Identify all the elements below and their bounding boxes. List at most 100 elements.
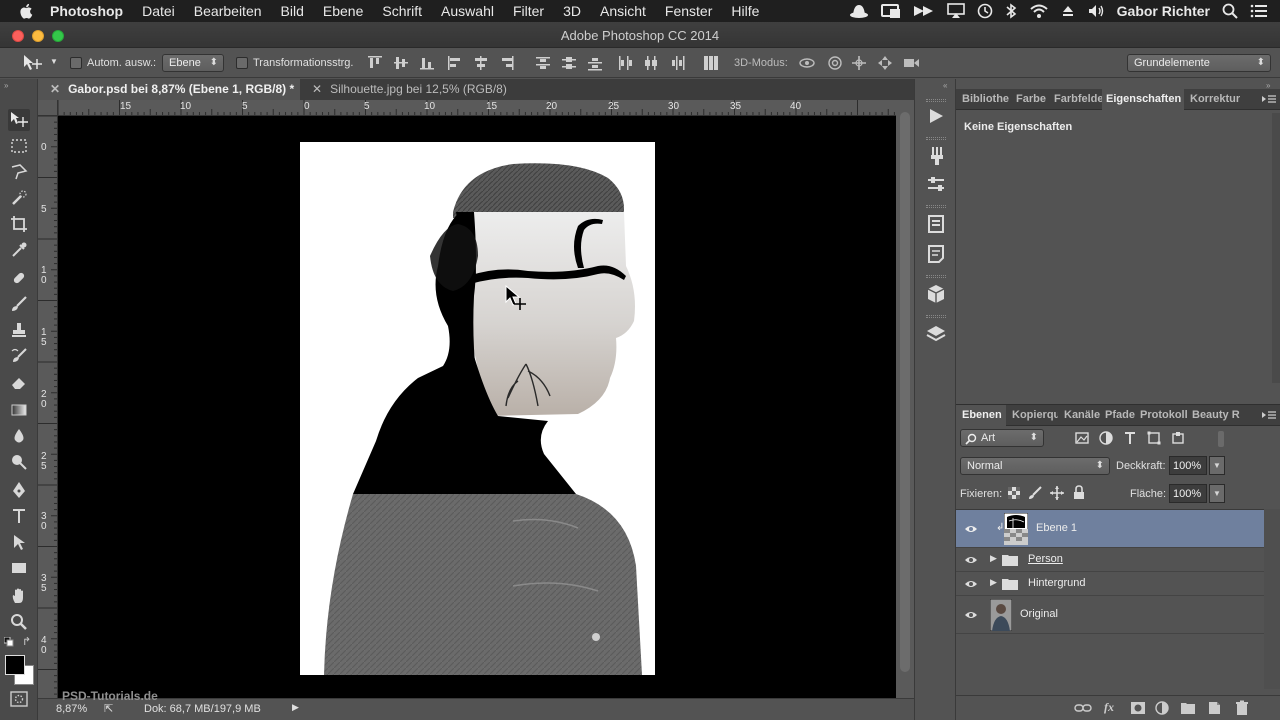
apple-icon[interactable]	[18, 3, 36, 19]
menu-ebene[interactable]: Ebene	[323, 3, 363, 19]
notes-icon[interactable]	[925, 243, 947, 265]
preset-dropdown-arrow-icon[interactable]: ▼	[50, 57, 58, 66]
layer-thumbnail[interactable]	[1004, 513, 1028, 545]
type-tool[interactable]	[8, 505, 30, 527]
play-action-icon[interactable]	[925, 105, 947, 127]
path-selection-tool[interactable]	[8, 531, 30, 553]
transform-controls-checkbox[interactable]	[236, 57, 248, 69]
move-tool[interactable]	[8, 109, 30, 131]
panel-menu-icon[interactable]	[1262, 411, 1276, 421]
ruler-origin[interactable]	[38, 100, 58, 116]
visibility-eye-icon[interactable]	[964, 579, 978, 589]
scrollbar-thumb[interactable]	[900, 112, 910, 672]
layer-name[interactable]: Hintergrund	[1028, 577, 1085, 589]
align-right-icon[interactable]	[498, 54, 516, 72]
marquee-tool[interactable]	[8, 135, 30, 157]
airplay-icon[interactable]	[946, 3, 965, 19]
time-machine-icon[interactable]	[977, 3, 993, 19]
close-tab-icon[interactable]: ✕	[312, 82, 322, 96]
status-menu-arrow-icon[interactable]: ▶	[292, 702, 299, 713]
quick-mask-icon[interactable]	[10, 691, 28, 707]
volume-icon[interactable]	[1087, 3, 1105, 19]
visibility-eye-icon[interactable]	[964, 524, 978, 534]
layer-name[interactable]: Original	[1020, 608, 1058, 620]
tab-silhouette-jpg[interactable]: ✕ Silhouette.jpg bei 12,5% (RGB/8)	[300, 79, 520, 100]
expand-dock-icon[interactable]: «	[943, 81, 947, 90]
lock-position-icon[interactable]	[1050, 486, 1064, 500]
hat-icon[interactable]	[849, 3, 869, 19]
history-brush-tool[interactable]	[8, 345, 30, 367]
document-artwork[interactable]	[58, 116, 896, 698]
tab-pfade[interactable]: Pfade	[1105, 409, 1135, 421]
link-layers-icon[interactable]	[1074, 701, 1092, 715]
layer-row-original[interactable]: Original	[956, 596, 1264, 634]
tab-protokoll[interactable]: Protokoll	[1140, 409, 1188, 421]
vertical-scrollbar[interactable]	[896, 100, 914, 698]
menu-ansicht[interactable]: Ansicht	[600, 3, 646, 19]
layers-stack-icon[interactable]	[925, 323, 947, 345]
opacity-input[interactable]: 100%	[1169, 456, 1207, 475]
tab-bibliotheken[interactable]: Bibliothe	[962, 93, 1010, 105]
document-size[interactable]: Dok: 68,7 MB/197,9 MB	[144, 703, 261, 715]
quick-selection-tool[interactable]	[8, 187, 30, 209]
auto-align-layers-icon[interactable]	[702, 54, 720, 72]
auto-select-dropdown[interactable]: Ebene	[162, 54, 224, 72]
workspace-switcher[interactable]: Grundelemente	[1127, 54, 1271, 72]
3d-roll-icon[interactable]	[826, 54, 844, 72]
tab-gabor-psd[interactable]: ✕ Gabor.psd bei 8,87% (Ebene 1, RGB/8) *	[38, 79, 300, 100]
tab-beauty-retusche[interactable]: Beauty R	[1192, 409, 1240, 421]
rectangle-tool[interactable]	[8, 557, 30, 579]
layer-row-hintergrund[interactable]: ▶ Hintergrund	[956, 572, 1264, 596]
new-layer-icon[interactable]	[1206, 700, 1222, 716]
dock-grip[interactable]	[926, 205, 946, 208]
panel-menu-icon[interactable]	[1262, 95, 1276, 105]
layer-row-person[interactable]: ▶ Person	[956, 548, 1264, 572]
close-tab-icon[interactable]: ✕	[50, 82, 60, 96]
spotlight-search-icon[interactable]	[1222, 3, 1238, 19]
fill-slider-dropdown[interactable]: ▼	[1209, 484, 1225, 503]
zoom-tool[interactable]	[8, 611, 30, 633]
new-adjustment-layer-icon[interactable]	[1154, 700, 1170, 716]
filter-pixel-layer-icon[interactable]	[1074, 430, 1090, 446]
menu-3d[interactable]: 3D	[563, 3, 581, 19]
tab-farbfelder[interactable]: Farbfelde	[1054, 93, 1104, 105]
distribute-vertical-center-icon[interactable]	[560, 54, 578, 72]
character-panel-icon[interactable]	[925, 213, 947, 235]
layer-name[interactable]: Ebene 1	[1036, 522, 1077, 534]
brush-settings-icon[interactable]	[925, 173, 947, 195]
align-top-icon[interactable]	[366, 54, 384, 72]
forward-icon[interactable]	[913, 3, 935, 19]
visibility-eye-icon[interactable]	[964, 555, 978, 565]
tab-ebenen[interactable]: Ebenen	[956, 405, 1006, 426]
distribute-left-icon[interactable]	[616, 54, 634, 72]
layer-name[interactable]: Person	[1028, 553, 1063, 565]
vertical-ruler[interactable]: 0 5 1 0 1 5 2 0 2 5 3 0 3 5 4 0	[38, 116, 58, 698]
menu-bild[interactable]: Bild	[281, 3, 304, 19]
align-vertical-center-icon[interactable]	[392, 54, 410, 72]
3d-scale-icon[interactable]	[902, 54, 920, 72]
menu-datei[interactable]: Datei	[142, 3, 175, 19]
lock-transparent-pixels-icon[interactable]	[1007, 486, 1021, 500]
dock-grip[interactable]	[926, 137, 946, 140]
dodge-tool[interactable]	[8, 451, 30, 473]
notification-center-icon[interactable]	[1250, 3, 1268, 19]
3d-orbit-icon[interactable]	[798, 54, 816, 72]
eject-icon[interactable]	[1061, 3, 1075, 19]
lock-all-icon[interactable]	[1073, 485, 1085, 500]
dock-grip[interactable]	[926, 275, 946, 278]
collapse-tools-icon[interactable]: »	[4, 81, 8, 90]
menu-fenster[interactable]: Fenster	[665, 3, 712, 19]
filter-shape-layer-icon[interactable]	[1146, 430, 1162, 446]
clone-stamp-tool[interactable]	[8, 319, 30, 341]
add-mask-icon[interactable]	[1130, 700, 1146, 716]
layer-row-ebene-1[interactable]: ↲ Ebene 1	[956, 510, 1264, 548]
fill-input[interactable]: 100%	[1169, 484, 1207, 503]
healing-brush-tool[interactable]	[8, 267, 30, 289]
display-icon[interactable]	[880, 3, 901, 19]
3d-slide-icon[interactable]	[876, 54, 894, 72]
canvas-area[interactable]	[58, 116, 896, 698]
eyedropper-tool[interactable]	[8, 239, 30, 261]
tab-eigenschaften[interactable]: Eigenschaften	[1102, 89, 1184, 110]
crop-tool[interactable]	[8, 213, 30, 235]
properties-scrollbar[interactable]	[1272, 113, 1280, 383]
